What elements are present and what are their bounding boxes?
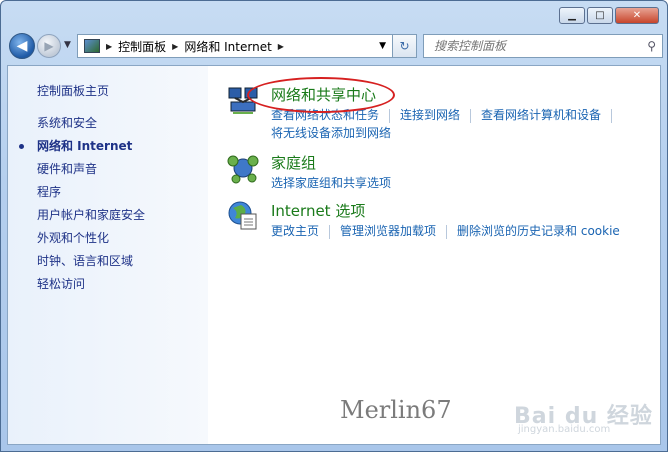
breadcrumb-separator-icon[interactable]: ▶ — [172, 42, 178, 51]
window-controls: ▁ □ ✕ — [559, 7, 659, 24]
internet-options-link[interactable]: Internet 选项 — [271, 200, 365, 221]
back-arrow-icon: ◀ — [16, 38, 28, 54]
link-divider — [470, 108, 472, 123]
breadcrumb-network-internet[interactable]: 网络和 Internet — [184, 38, 271, 55]
baidu-jingyan-url-watermark: jingyan.baidu.com — [518, 424, 611, 435]
internet-options-icon — [228, 201, 257, 230]
sidebar-item-system-security[interactable]: 系统和安全 — [37, 114, 97, 131]
sidebar-item-network-internet[interactable]: 网络和 Internet — [37, 137, 132, 154]
delete-browsing-history-link[interactable]: 删除浏览的历史记录和 cookie — [457, 224, 620, 238]
link-divider — [389, 108, 391, 123]
forward-arrow-icon: ▶ — [44, 39, 54, 53]
address-dropdown-icon[interactable]: ▼ — [379, 41, 386, 51]
search-input[interactable] — [432, 38, 636, 54]
refresh-icon: ↻ — [399, 39, 410, 53]
network-sharing-tasks-row2: 将无线设备添加到网络 — [271, 124, 391, 141]
sidebar-home-link[interactable]: 控制面板主页 — [37, 82, 109, 99]
internet-options-tasks: 更改主页 管理浏览器加载项 删除浏览的历史记录和 cookie — [271, 222, 620, 239]
recent-pages-dropdown-icon[interactable]: ▼ — [64, 40, 71, 50]
homegroup-icon — [227, 155, 259, 184]
active-bullet-icon — [19, 144, 24, 149]
breadcrumb-separator-icon[interactable]: ▶ — [278, 42, 284, 51]
search-box[interactable]: ⚲ — [423, 34, 663, 58]
sidebar-item-ease-of-access[interactable]: 轻松访问 — [37, 275, 85, 292]
sidebar-item-appearance[interactable]: 外观和个性化 — [37, 229, 109, 246]
homegroup-link[interactable]: 家庭组 — [271, 152, 316, 173]
breadcrumb-separator-icon[interactable]: ▶ — [106, 42, 112, 51]
homegroup-tasks: 选择家庭组和共享选项 — [271, 174, 391, 191]
main-content: 控制面板主页 系统和安全 网络和 Internet 硬件和声音 程序 用户帐户和… — [7, 65, 661, 445]
author-watermark: Merlin67 — [340, 396, 452, 424]
manage-browser-addons-link[interactable]: 管理浏览器加载项 — [340, 224, 436, 238]
sidebar-item-hardware-sound[interactable]: 硬件和声音 — [37, 160, 97, 177]
back-button[interactable]: ◀ — [9, 33, 35, 59]
search-icon[interactable]: ⚲ — [647, 39, 656, 53]
connect-to-network-link[interactable]: 连接到网络 — [400, 108, 460, 122]
close-button[interactable]: ✕ — [615, 7, 659, 24]
homegroup-sharing-options-link[interactable]: 选择家庭组和共享选项 — [271, 176, 391, 190]
link-divider — [611, 108, 613, 123]
window-frame: ▁ □ ✕ ◀ ▶ ▼ ▶ 控制面板 ▶ 网络和 Internet ▶ ▼ ↻ … — [0, 0, 668, 452]
sidebar-item-user-accounts[interactable]: 用户帐户和家庭安全 — [37, 206, 145, 223]
refresh-button[interactable]: ↻ — [393, 34, 417, 58]
navigation-bar: ◀ ▶ ▼ ▶ 控制面板 ▶ 网络和 Internet ▶ ▼ ↻ ⚲ — [7, 33, 663, 59]
breadcrumb-control-panel[interactable]: 控制面板 — [118, 38, 166, 55]
maximize-button[interactable]: □ — [587, 7, 613, 24]
address-bar[interactable]: ▶ 控制面板 ▶ 网络和 Internet ▶ ▼ — [77, 34, 393, 58]
control-panel-icon — [84, 39, 100, 53]
change-home-page-link[interactable]: 更改主页 — [271, 224, 319, 238]
sidebar-item-programs[interactable]: 程序 — [37, 183, 61, 200]
forward-button[interactable]: ▶ — [37, 34, 61, 58]
highlight-ellipse — [247, 77, 395, 113]
view-network-computers-link[interactable]: 查看网络计算机和设备 — [481, 108, 601, 122]
link-divider — [329, 224, 331, 239]
sidebar-item-clock-language-region[interactable]: 时钟、语言和区域 — [37, 252, 133, 269]
sidebar: 控制面板主页 系统和安全 网络和 Internet 硬件和声音 程序 用户帐户和… — [8, 66, 208, 444]
add-wireless-device-link[interactable]: 将无线设备添加到网络 — [271, 126, 391, 140]
link-divider — [446, 224, 448, 239]
minimize-button[interactable]: ▁ — [559, 7, 585, 24]
